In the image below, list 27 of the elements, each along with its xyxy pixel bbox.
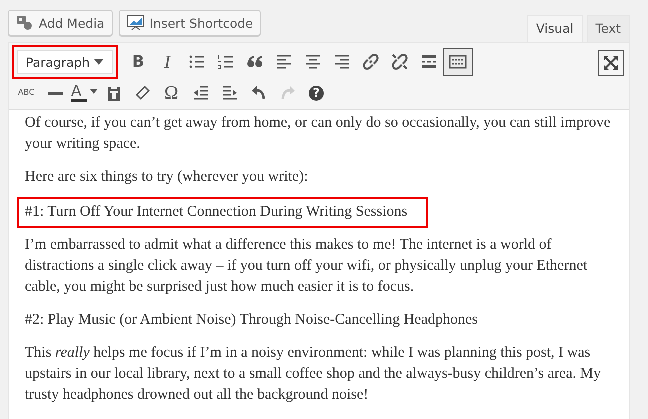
text-color-icon-button[interactable]: A	[70, 79, 100, 107]
fullscreen-icon	[602, 54, 620, 72]
link-icon	[360, 52, 380, 72]
media-icon	[16, 15, 34, 31]
caret-icon	[90, 89, 98, 94]
special-character-icon-button[interactable]: Ω	[156, 79, 186, 107]
paragraph-text: #2: Play Music (or Ambient Noise) Through Noise-Cancelling Headphones	[24, 311, 479, 330]
screen-icon	[126, 15, 145, 31]
media-button[interactable]: Add Media	[8, 10, 113, 36]
editor-tab[interactable]: Visual	[527, 15, 583, 42]
format-dropdown[interactable]: Paragraph	[17, 50, 113, 74]
editor-tab[interactable]: Text	[586, 15, 630, 42]
bold-icon-button[interactable]: B	[124, 48, 154, 76]
italic-icon-button[interactable]: I	[152, 48, 182, 76]
toolbar-toggle-icon-button[interactable]	[442, 48, 472, 76]
strikethrough-icon-button[interactable]: ABC	[12, 79, 42, 107]
paragraph-text: #1: Turn Off Your Internet Connection During Writing Sessions	[17, 197, 428, 228]
paragraph-text: This really helps me focus if I’m in a noisy environment: while I was planning this post, I was upstairs in our local library, next to a small coffee shop and the always-busy children’s area. My trusty headphones drowned out all the background noise!	[24, 344, 602, 405]
unlink-icon	[390, 52, 410, 72]
paragraph-text: I’m embarrassed to admit what a difference this makes to me! The internet is a world of distractions a single click away – if you turn off your wifi, or physically unplug your Ethernet cable, you might be surprised just how much easier it is to focus.	[24, 236, 589, 297]
fullscreen-button[interactable]	[598, 50, 624, 76]
media-button[interactable]: Insert Shortcode	[118, 10, 262, 36]
numbered-list-icon	[216, 52, 236, 72]
paragraph-text: Here are six things to try (wherever you write):	[24, 168, 310, 187]
caret-icon	[94, 59, 104, 65]
help-icon-button[interactable]: ?	[302, 79, 332, 107]
paragraph-text: Of course, if you can’t get away from home, or can only do so occasionally, you can still improve your writing space.	[24, 114, 612, 154]
